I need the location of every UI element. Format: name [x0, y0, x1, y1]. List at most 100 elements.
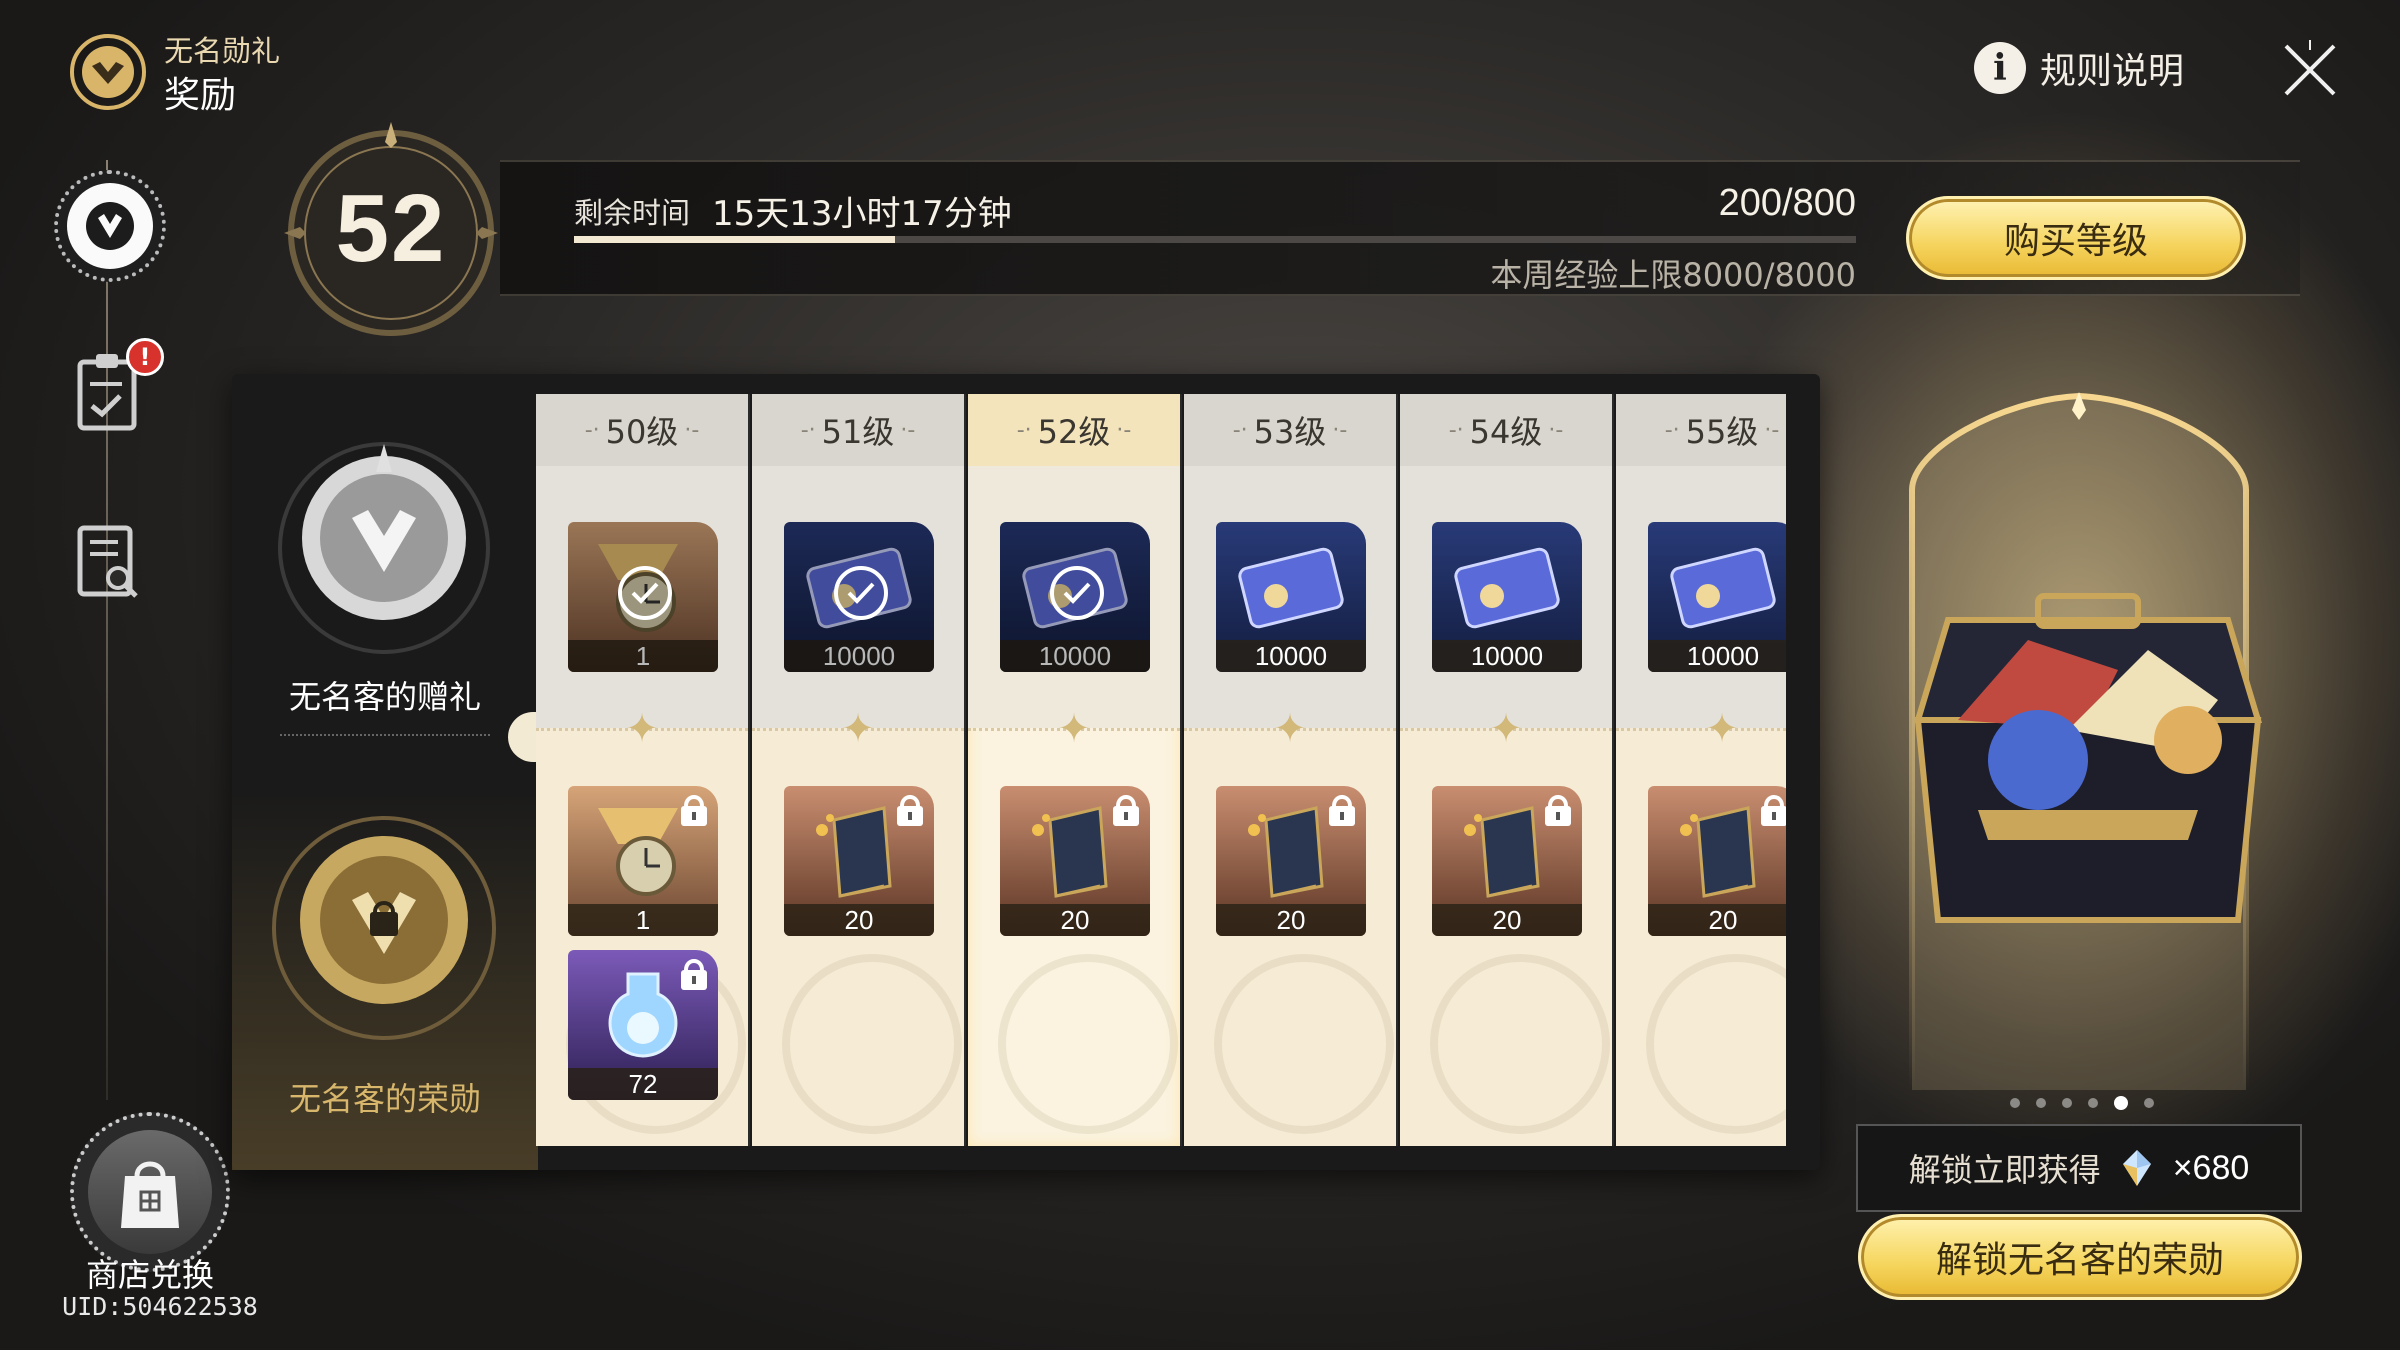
- level-column[interactable]: -· 50级 ·- ✦ 1 1 72: [536, 394, 750, 1146]
- claimed-check-icon: [1050, 566, 1104, 620]
- reward-item-book[interactable]: 20: [1216, 786, 1366, 936]
- carousel-dot[interactable]: [2062, 1098, 2072, 1108]
- rules-label: 规则说明: [2040, 51, 2185, 92]
- level-column[interactable]: -· 52级 ·- ✦ 10000 20: [968, 394, 1182, 1146]
- level-label: 51级: [821, 413, 895, 451]
- level-column-header: -· 51级 ·-: [752, 394, 964, 466]
- carousel-dot[interactable]: [2036, 1098, 2046, 1108]
- reward-item-gold-watch[interactable]: 1: [568, 786, 718, 936]
- reward-quantity: 20: [1648, 904, 1786, 936]
- track-separator: ✦: [1400, 706, 1612, 752]
- track-separator: ✦: [536, 706, 748, 752]
- carousel-indicator: [2010, 1096, 2154, 1110]
- level-column-header: -· 55级 ·-: [1616, 394, 1786, 466]
- level-column-header: -· 50级 ·-: [536, 394, 748, 466]
- info-icon: i: [1974, 42, 2026, 94]
- reward-item-credit-card[interactable]: 10000: [784, 522, 934, 672]
- reward-quantity: 10000: [1000, 640, 1150, 672]
- reward-item-potion[interactable]: 72: [568, 950, 718, 1100]
- track-separator: ✦: [1184, 706, 1396, 752]
- watermark-icon: [1646, 954, 1786, 1134]
- reward-quantity: 20: [1000, 904, 1150, 936]
- records-search-icon[interactable]: [74, 522, 144, 602]
- reward-item-book[interactable]: 20: [1432, 786, 1582, 936]
- reward-quantity: 1: [568, 904, 718, 936]
- reward-quantity: 10000: [1432, 640, 1582, 672]
- time-remaining-label: 剩余时间: [574, 196, 691, 230]
- lock-icon: [681, 795, 707, 826]
- paid-track-emblem-icon: [272, 816, 496, 1040]
- sparkle-icon: ✦: [1057, 706, 1091, 752]
- watermark-icon: [1214, 954, 1394, 1134]
- reward-quantity: 72: [568, 1068, 718, 1100]
- page-title: 奖励: [164, 75, 237, 116]
- level-column[interactable]: -· 54级 ·- ✦ 10000 20: [1400, 394, 1614, 1146]
- track-separator: ✦: [1616, 706, 1786, 752]
- carousel-dot[interactable]: [2144, 1098, 2154, 1108]
- treasure-chest-icon: [1913, 593, 2263, 923]
- nameless-honor-logo-icon: [70, 34, 146, 110]
- carousel-dot[interactable]: [2114, 1096, 2128, 1110]
- level-label: 54级: [1469, 413, 1543, 451]
- paid-track-label: 无名客的荣勋: [288, 1080, 481, 1118]
- reward-quantity: 10000: [1648, 640, 1786, 672]
- reward-quantity: 1: [568, 640, 718, 672]
- reward-item-credit-card[interactable]: 10000: [1000, 522, 1150, 672]
- watermark-icon: [1430, 954, 1610, 1134]
- level-label: 55级: [1685, 413, 1759, 451]
- xp-progress-fill: [574, 236, 895, 243]
- time-remaining-value: 15天13小时17分钟: [712, 194, 1012, 234]
- reward-item-credit-card[interactable]: 10000: [1648, 522, 1786, 672]
- reward-quantity: 20: [1432, 904, 1582, 936]
- xp-value: 200/800: [1718, 182, 1856, 224]
- reward-item-book[interactable]: 20: [1648, 786, 1786, 936]
- track-divider: [280, 734, 490, 736]
- shop-exchange-label: 商店兑换: [85, 1256, 214, 1294]
- sparkle-icon: ✦: [1489, 706, 1523, 752]
- page-subtitle: 无名勋礼: [164, 34, 281, 68]
- lock-icon: [681, 959, 707, 990]
- sparkle-icon: ✦: [625, 706, 659, 752]
- weekly-xp-cap: 本周经验上限8000/8000: [1490, 256, 1856, 294]
- level-column[interactable]: -· 55级 ·- ✦ 10000 20: [1616, 394, 1786, 1146]
- level-label: 52级: [1037, 413, 1111, 451]
- free-track-emblem-icon: [278, 442, 490, 654]
- reward-item-book[interactable]: 20: [784, 786, 934, 936]
- shop-exchange-button[interactable]: [70, 1112, 230, 1272]
- lock-icon: [1545, 795, 1571, 826]
- level-column[interactable]: -· 51级 ·- ✦ 10000 20: [752, 394, 966, 1146]
- level-label: 50级: [605, 413, 679, 451]
- rules-button[interactable]: i 规则说明: [1974, 38, 2184, 98]
- claimed-check-icon: [834, 566, 888, 620]
- watermark-icon: [782, 954, 962, 1134]
- user-id: UID:504622538: [62, 1292, 258, 1321]
- track-separator: ✦: [968, 706, 1180, 752]
- reward-quantity: 10000: [1216, 640, 1366, 672]
- carousel-dot[interactable]: [2010, 1098, 2020, 1108]
- reward-item-credit-card[interactable]: 10000: [1432, 522, 1582, 672]
- alert-badge: !: [126, 338, 164, 376]
- nameless-emblem-icon: [67, 183, 153, 269]
- buy-level-button[interactable]: 购买等级: [1906, 196, 2246, 280]
- track-separator: ✦: [752, 706, 964, 752]
- carousel-dot[interactable]: [2088, 1098, 2098, 1108]
- reward-columns: -· 50级 ·- ✦ 1 1 72 -· 51级 ·- ✦ 10000 20 -· 52…: [536, 394, 1786, 1146]
- lock-icon: [1113, 795, 1139, 826]
- reward-item-credit-card[interactable]: 10000: [1216, 522, 1366, 672]
- sidebar-honor-tab[interactable]: [54, 170, 166, 282]
- sidebar-divider: [106, 160, 108, 1100]
- unlock-info-label: 解锁立即获得: [1908, 1151, 2101, 1189]
- reward-item-gold-watch[interactable]: 1: [568, 522, 718, 672]
- unlock-honor-button[interactable]: 解锁无名客的荣勋: [1858, 1214, 2302, 1300]
- reward-item-book[interactable]: 20: [1000, 786, 1150, 936]
- stellar-jade-icon: [2122, 1150, 2151, 1186]
- level-column[interactable]: -· 53级 ·- ✦ 10000 20: [1184, 394, 1398, 1146]
- level-column-header: -· 52级 ·-: [968, 394, 1180, 466]
- claimed-check-icon: [618, 566, 672, 620]
- level-column-header: -· 54级 ·-: [1400, 394, 1612, 466]
- watermark-icon: [998, 954, 1178, 1134]
- sparkle-icon: ✦: [1273, 706, 1307, 752]
- lock-icon: [1761, 795, 1786, 826]
- close-icon[interactable]: [2278, 38, 2342, 102]
- free-track-label: 无名客的赠礼: [288, 678, 481, 716]
